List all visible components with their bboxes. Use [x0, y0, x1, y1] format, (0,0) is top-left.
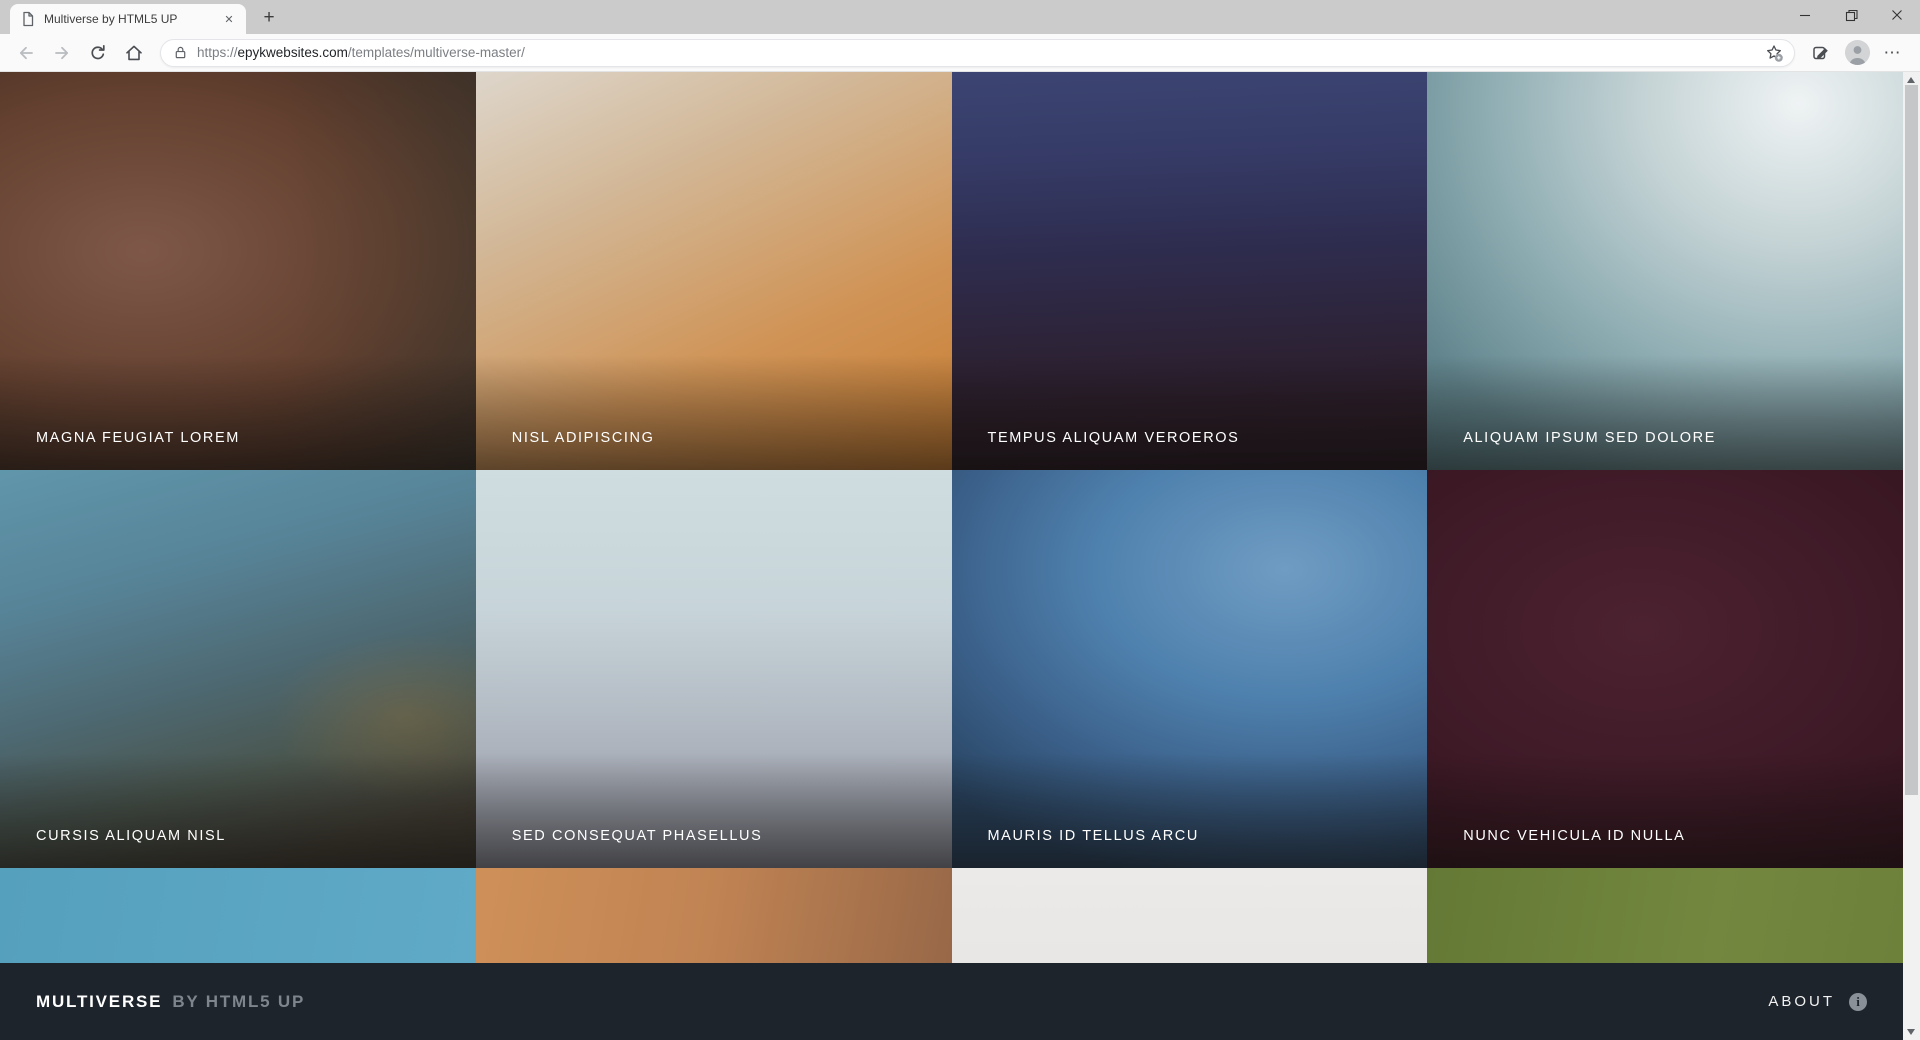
scroll-up-icon[interactable]	[1907, 77, 1915, 83]
page-footer: MULTIVERSE BY HTML5 UP ABOUT i	[0, 963, 1903, 1040]
about-link[interactable]: ABOUT	[1768, 993, 1835, 1010]
favorite-star-icon[interactable]	[1764, 43, 1784, 63]
tile-caption: ALIQUAM IPSUM SED DOLORE	[1463, 430, 1716, 446]
tile-caption: TEMPUS ALIQUAM VEROEROS	[988, 430, 1240, 446]
vertical-scrollbar[interactable]	[1903, 72, 1920, 1040]
tile-caption: MAGNA FEUGIAT LOREM	[36, 430, 240, 446]
minimize-button[interactable]	[1782, 0, 1828, 30]
gallery-tile[interactable]: ALIQUAM IPSUM SED DOLORE	[1427, 72, 1903, 470]
caption-shade	[952, 753, 1428, 868]
gallery-tile[interactable]: SED CONSEQUAT PHASELLUS	[476, 470, 952, 868]
site-brand: MULTIVERSE	[36, 992, 162, 1012]
tile-caption: SED CONSEQUAT PHASELLUS	[512, 828, 763, 844]
toolbar-right-group: ⋯	[1803, 37, 1912, 69]
caption-shade	[952, 355, 1428, 470]
page-favicon-icon	[20, 11, 36, 27]
profile-avatar[interactable]	[1845, 40, 1870, 65]
browser-window: Multiverse by HTML5 UP ✕ +	[0, 0, 1920, 1040]
browser-tab[interactable]: Multiverse by HTML5 UP ✕	[10, 4, 246, 34]
browser-toolbar: https://epykwebsites.com/templates/multi…	[0, 34, 1920, 72]
tab-title: Multiverse by HTML5 UP	[44, 12, 212, 26]
window-controls	[1782, 0, 1920, 30]
gallery-tile[interactable]: MAURIS ID TELLUS ARCU	[952, 470, 1428, 868]
scroll-down-icon[interactable]	[1907, 1029, 1915, 1035]
caption-shade	[0, 355, 476, 470]
home-button[interactable]	[116, 37, 152, 69]
caption-shade	[476, 753, 952, 868]
restore-button[interactable]	[1828, 0, 1874, 30]
collections-icon[interactable]	[1803, 37, 1839, 69]
caption-shade	[476, 355, 952, 470]
gallery-tile[interactable]: MAGNA FEUGIAT LOREM	[0, 72, 476, 470]
address-bar[interactable]: https://epykwebsites.com/templates/multi…	[160, 39, 1795, 67]
close-window-button[interactable]	[1874, 0, 1920, 30]
tab-close-icon[interactable]: ✕	[220, 10, 238, 28]
back-button[interactable]	[8, 37, 44, 69]
caption-shade	[0, 753, 476, 868]
page-viewport: MAGNA FEUGIAT LOREM NISL ADIPISCING TEMPUS…	[0, 72, 1920, 1040]
tile-caption: NISL ADIPISCING	[512, 430, 655, 446]
image-grid: MAGNA FEUGIAT LOREM NISL ADIPISCING TEMPUS…	[0, 72, 1903, 1040]
tile-caption: NUNC VEHICULA ID NULLA	[1463, 828, 1685, 844]
tile-caption: MAURIS ID TELLUS ARCU	[988, 828, 1199, 844]
gallery-tile[interactable]: NISL ADIPISCING	[476, 72, 952, 470]
caption-shade	[1427, 355, 1903, 470]
url-text[interactable]: https://epykwebsites.com/templates/multi…	[197, 45, 525, 60]
caption-shade	[1427, 753, 1903, 868]
gallery-tile[interactable]: NUNC VEHICULA ID NULLA	[1427, 470, 1903, 868]
gallery-tile[interactable]: TEMPUS ALIQUAM VEROEROS	[952, 72, 1428, 470]
lock-icon[interactable]	[173, 45, 188, 60]
reload-button[interactable]	[80, 37, 116, 69]
tile-caption: CURSIS ALIQUAM NISL	[36, 828, 226, 844]
gallery-tile[interactable]: CURSIS ALIQUAM NISL	[0, 470, 476, 868]
scrollbar-thumb[interactable]	[1905, 85, 1918, 795]
info-icon[interactable]: i	[1849, 993, 1867, 1011]
site-byline: BY HTML5 UP	[172, 992, 305, 1012]
tab-strip: Multiverse by HTML5 UP ✕ +	[0, 0, 1920, 34]
forward-button[interactable]	[44, 37, 80, 69]
new-tab-button[interactable]: +	[256, 5, 282, 31]
more-icon[interactable]: ⋯	[1876, 43, 1908, 63]
